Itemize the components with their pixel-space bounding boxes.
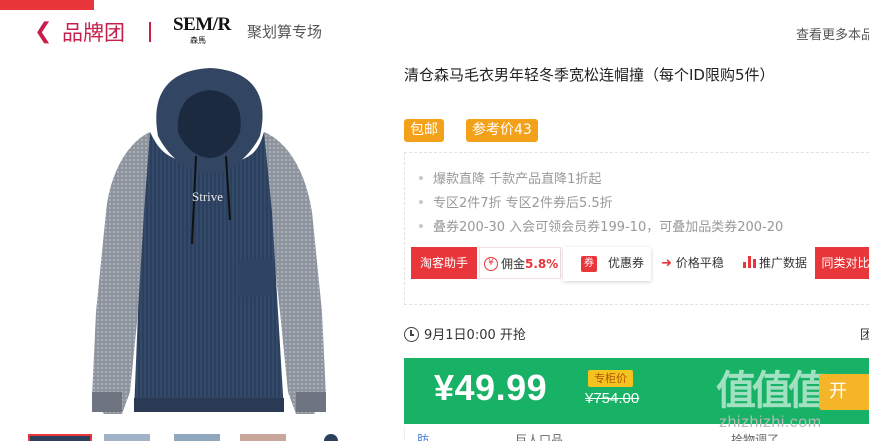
chevron-left-icon[interactable]: ❮ — [34, 19, 52, 45]
view-more-link[interactable]: 查看更多本品 — [796, 24, 869, 43]
brand-logo[interactable]: SEM/R 森馬 — [173, 14, 231, 50]
brand-logo-subtext: 森馬 — [190, 36, 206, 45]
reference-price-tag: 参考价43 — [466, 119, 538, 142]
price-trend-button[interactable]: ➜ 价格平稳 — [661, 247, 731, 279]
promo-line: 叠券200-30 入会可领会员券199-10，可叠加品类券200-20 — [419, 216, 783, 235]
thumbnail-strip[interactable] — [28, 434, 358, 441]
free-shipping-tag: 包邮 — [404, 119, 444, 142]
countdown-text: 9月1日0:00 开抢 — [424, 328, 526, 343]
promo-line: 爆款直降 千款产品直降1折起 — [419, 168, 601, 187]
promo-data-label: 推广数据 — [759, 256, 808, 270]
coupon-button[interactable]: 券 优惠券 — [563, 247, 651, 281]
bottom-actions: 肪 巨人口品 拾物调了 — [404, 427, 869, 441]
taoke-assistant-button[interactable]: 淘客助手 — [411, 247, 477, 279]
bar-chart-icon — [743, 255, 756, 268]
title-divider — [149, 22, 151, 42]
commission-label: 佣金 — [501, 257, 526, 271]
promo-line: 专区2件7折 专区2件券后5.5折 — [419, 192, 613, 211]
money-bag-icon: ¥ — [484, 256, 498, 271]
countdown: 9月1日0:00 开抢 — [404, 324, 526, 343]
price-trend-label: 价格平稳 — [675, 256, 724, 270]
arrow-right-icon: ➜ — [661, 256, 672, 271]
promo-line-text: 叠券200-30 入会可领会员券199-10，可叠加品类券200-20 — [433, 220, 784, 235]
thumbnail[interactable] — [104, 434, 150, 441]
bullet-dot-icon — [419, 175, 423, 180]
coupon-label: 优惠券 — [608, 256, 645, 270]
product-image[interactable]: Strive — [88, 62, 333, 432]
thumbnail[interactable] — [240, 434, 286, 441]
bottom-action[interactable]: 巨人口品 — [515, 431, 563, 441]
watermark-logo: 值值值 — [716, 368, 828, 414]
page-subtitle: 聚划算专场 — [247, 23, 323, 41]
promo-line-text: 爆款直降 千款产品直降1折起 — [433, 172, 602, 187]
bullet-dot-icon — [419, 199, 423, 204]
promo-data-button[interactable]: 推广数据 — [743, 247, 813, 279]
brand-logo-text: SEM/R — [173, 14, 231, 35]
thumbnail-active[interactable] — [28, 434, 92, 441]
page-title[interactable]: 品牌团 — [62, 19, 125, 47]
current-price: ¥49.99 — [434, 367, 548, 408]
counter-price-badge: 专柜价 — [588, 370, 633, 387]
product-title[interactable]: 清仓森马毛衣男年轻冬季宽松连帽撞（每个ID限购5件） — [404, 64, 775, 85]
coupon-icon: 券 — [581, 256, 597, 272]
thumbnail[interactable] — [324, 434, 338, 441]
group-label: 团 — [860, 328, 869, 343]
clock-icon — [404, 327, 419, 342]
commission-button[interactable]: ¥ 佣金5.8% — [479, 247, 561, 279]
promo-line-text: 专区2件7折 专区2件券后5.5折 — [433, 196, 613, 211]
bottom-action[interactable]: 拾物调了 — [731, 431, 779, 441]
thumbnail[interactable] — [174, 434, 220, 441]
sweater-print-text: Strive — [192, 189, 223, 204]
promo-box: 爆款直降 千款产品直降1折起 专区2件7折 专区2件券后5.5折 叠券200-3… — [404, 152, 869, 305]
bottom-action[interactable]: 肪 — [417, 431, 429, 441]
compare-button[interactable]: 同类对比 — [815, 247, 869, 279]
tool-row: 淘客助手 ¥ 佣金5.8% 券 优惠券 ➜ 价格平稳 推广数据 同类对比 — [411, 247, 869, 281]
brand-header: ❮ 品牌团 SEM/R 森馬 聚划算专场 查看更多本品 — [0, 0, 869, 60]
bullet-dot-icon — [419, 223, 423, 228]
commission-value: 5.8% — [525, 257, 559, 271]
buy-button[interactable]: 开 — [819, 374, 869, 410]
corner-flag — [0, 0, 94, 10]
original-price: ¥754.00 — [585, 390, 640, 407]
